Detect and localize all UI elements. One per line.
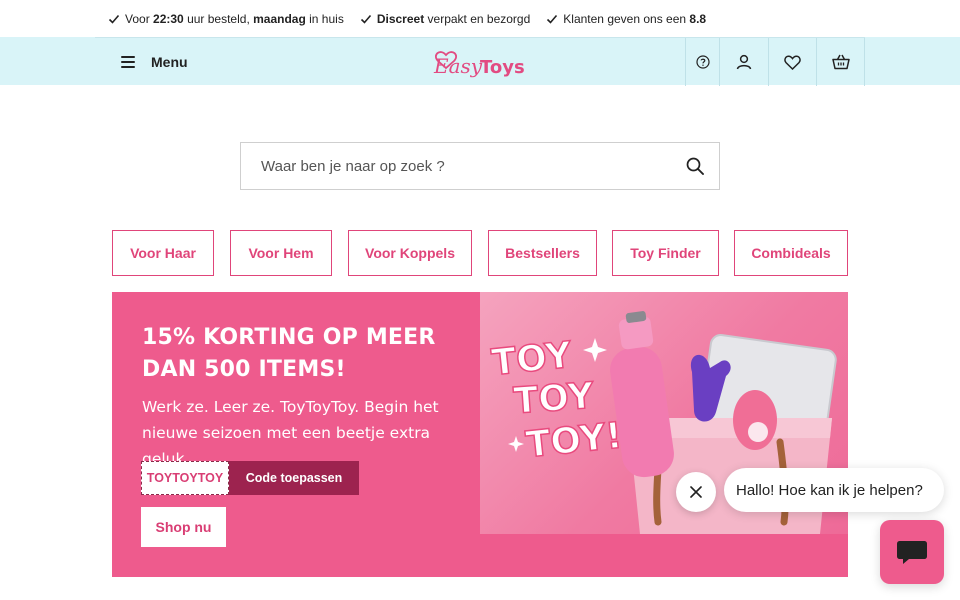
chat-greeting-bubble[interactable]: Hallo! Hoe kan ik je helpen?: [724, 468, 944, 512]
shop-now-button[interactable]: Shop nu: [141, 507, 226, 547]
check-icon: [546, 13, 558, 25]
close-icon: [690, 486, 702, 498]
chat-icon: [897, 541, 927, 564]
svg-text:TOY!: TOY!: [524, 415, 624, 466]
check-icon: [108, 13, 120, 25]
category-voor-koppels[interactable]: Voor Koppels: [348, 230, 472, 276]
search-icon: [686, 157, 704, 175]
heart-icon: [784, 55, 801, 70]
apply-code-button[interactable]: Code toepassen: [229, 461, 359, 495]
easytoys-logo[interactable]: Easy Toys: [432, 46, 528, 80]
banner-title: 15% KORTING OP MEER DAN 500 ITEMS!: [142, 325, 436, 382]
category-voor-hem[interactable]: Voor Hem: [230, 230, 332, 276]
svg-text:Toys: Toys: [480, 57, 525, 78]
usp-rating: Klanten geven ons een 8.8: [546, 12, 706, 26]
site-header: Menu Easy Toys: [95, 37, 865, 86]
coupon-code-group: TOYTOYTOY Code toepassen: [141, 461, 359, 495]
hamburger-icon: [121, 56, 135, 68]
help-icon: [695, 55, 710, 69]
usp-delivery-text: Voor 22:30 uur besteld, maandag in huis: [125, 11, 344, 26]
usp-discreet: Discreet verpakt en bezorgd: [360, 12, 530, 26]
category-voor-haar[interactable]: Voor Haar: [112, 230, 214, 276]
search-button[interactable]: [671, 143, 719, 189]
account-icon: [736, 54, 752, 70]
svg-text:TOY: TOY: [490, 335, 575, 384]
account-button[interactable]: [719, 38, 768, 86]
svg-text:Easy: Easy: [433, 54, 483, 78]
category-bestsellers[interactable]: Bestsellers: [488, 230, 597, 276]
usp-bar: Voor 22:30 uur besteld, maandag in huis …: [0, 0, 960, 37]
svg-text:TOY: TOY: [512, 376, 596, 423]
chat-launcher-button[interactable]: [880, 520, 944, 584]
logo-mark: Easy Toys: [433, 51, 525, 78]
wishlist-button[interactable]: [768, 38, 816, 86]
check-icon: [360, 13, 372, 25]
usp-rating-text: Klanten geven ons een 8.8: [563, 11, 707, 26]
search-bar: [240, 142, 720, 190]
header-icon-group: [685, 38, 865, 86]
chat-dismiss-button[interactable]: [676, 472, 716, 512]
cart-button[interactable]: [816, 38, 865, 86]
usp-delivery: Voor 22:30 uur besteld, maandag in huis: [108, 12, 344, 26]
category-combideals[interactable]: Combideals: [734, 230, 848, 276]
basket-icon: [831, 54, 850, 70]
search-input[interactable]: [241, 143, 671, 189]
category-toy-finder[interactable]: Toy Finder: [612, 230, 719, 276]
menu-button[interactable]: Menu: [121, 38, 188, 86]
help-button[interactable]: [685, 38, 719, 86]
usp-discreet-text: Discreet verpakt en bezorgd: [376, 11, 531, 26]
promo-banner[interactable]: TOY TOY TOY! 15% KORTING OP MEER DAN 500…: [112, 292, 848, 577]
coupon-code[interactable]: TOYTOYTOY: [141, 461, 229, 495]
category-nav: Voor Haar Voor Hem Voor Koppels Bestsell…: [112, 230, 848, 276]
menu-label: Menu: [151, 54, 188, 70]
